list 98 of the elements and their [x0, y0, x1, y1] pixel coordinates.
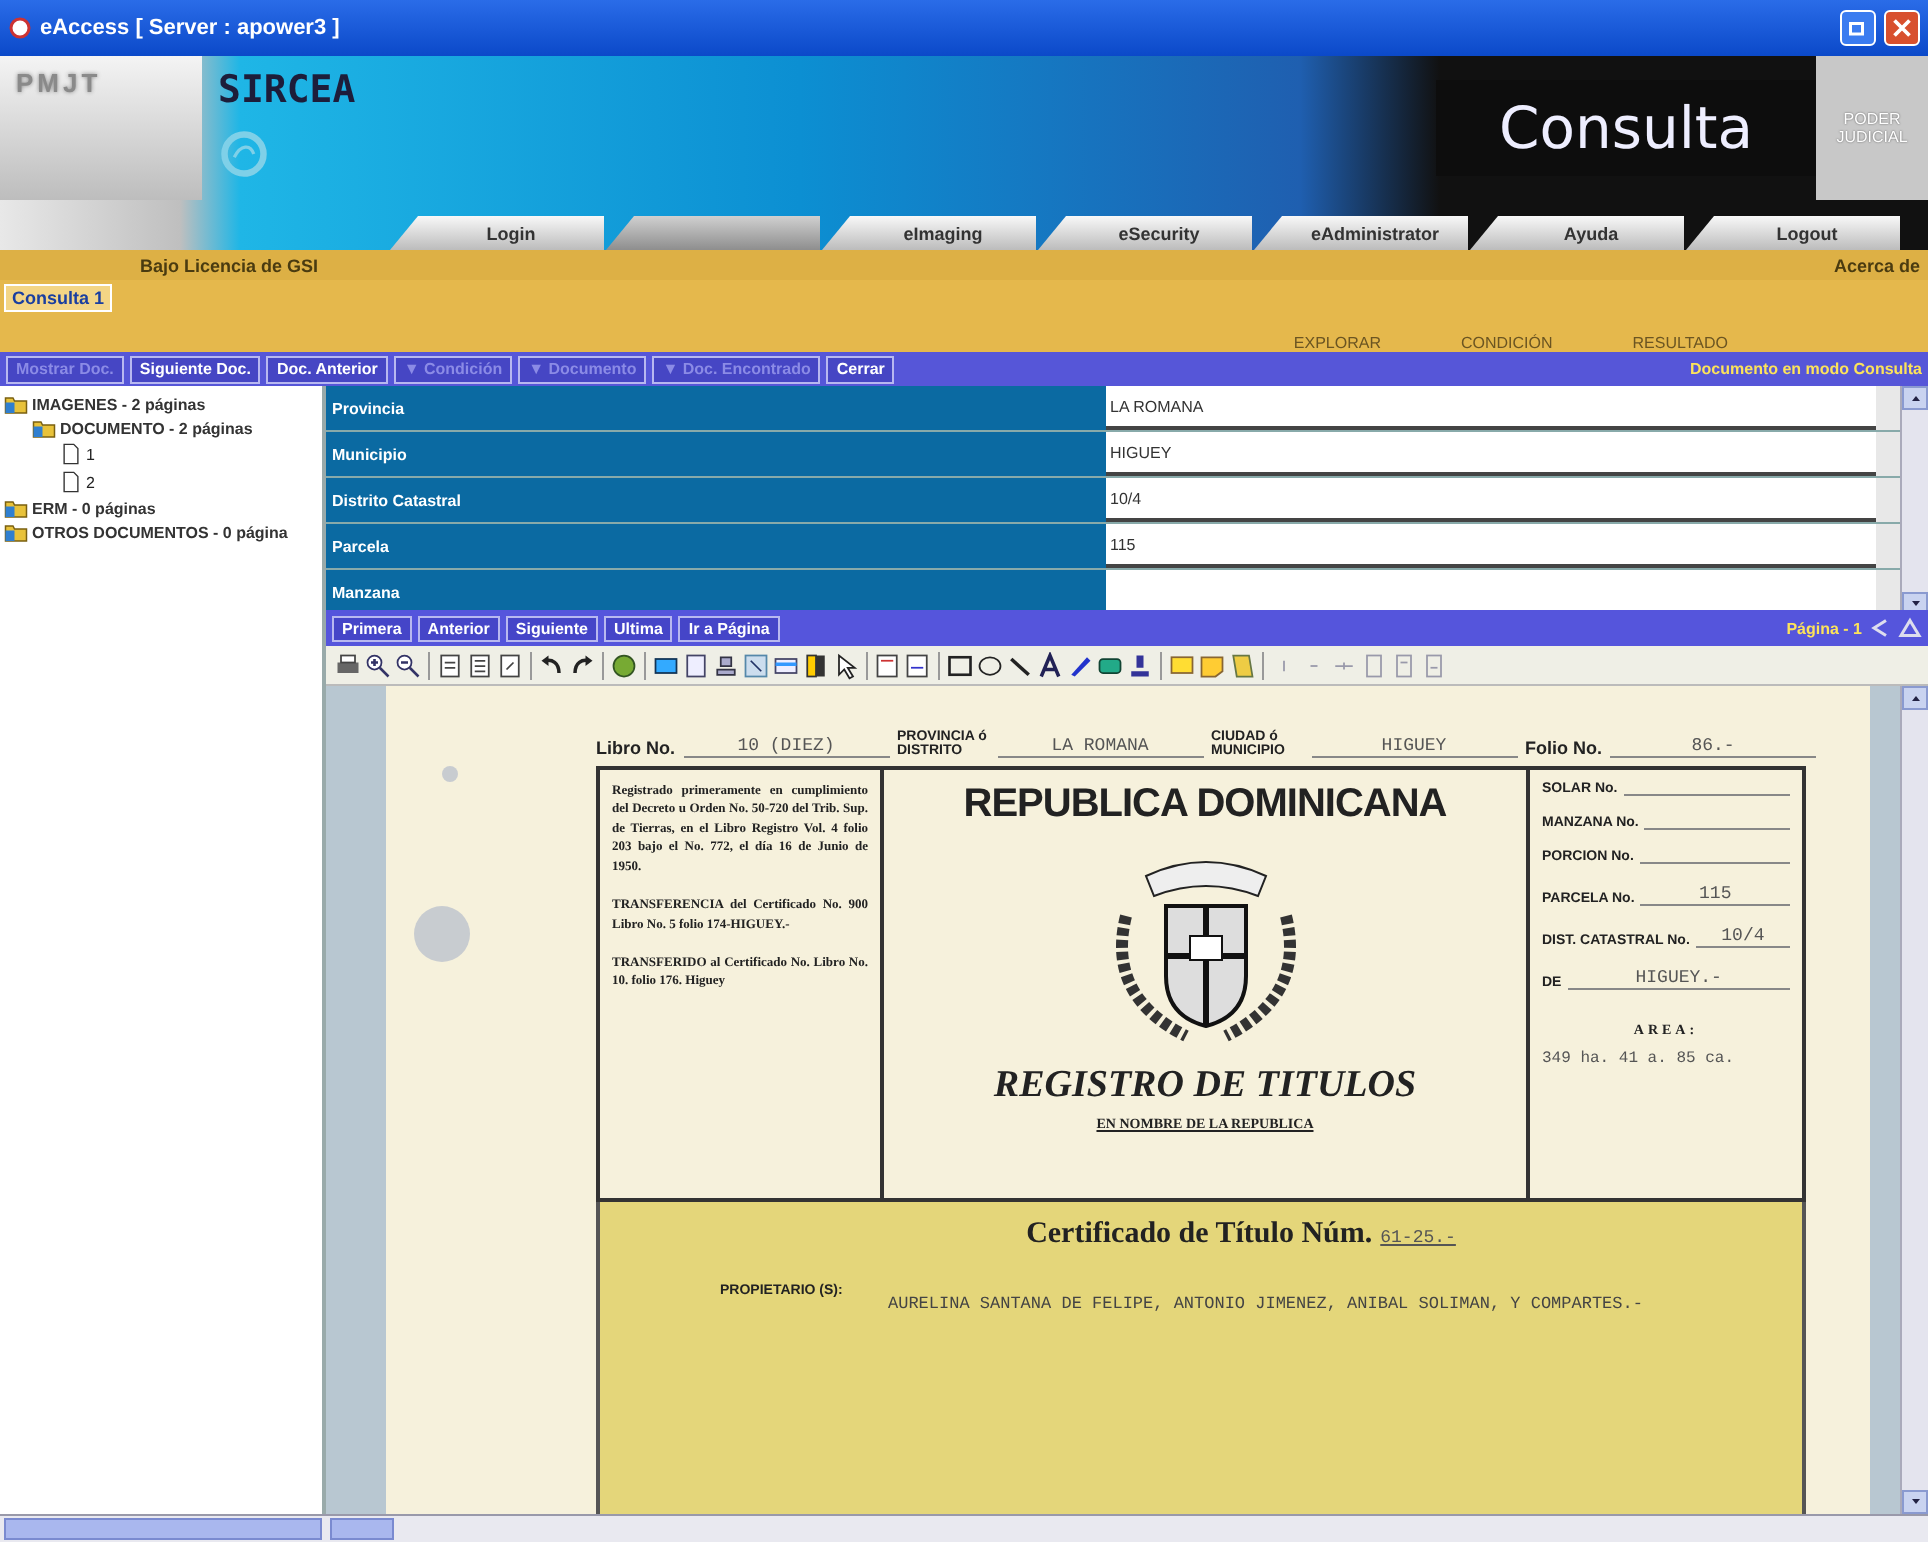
restore-icon: [1846, 16, 1870, 40]
field-value[interactable]: LA ROMANA: [1106, 386, 1876, 430]
action-button[interactable]: Cerrar: [826, 355, 895, 383]
select-icon[interactable]: [742, 651, 770, 679]
tree-item[interactable]: 2: [86, 473, 95, 491]
certificate-number: 61-25.-: [1380, 1228, 1456, 1248]
form-value: 10 (DIEZ): [683, 736, 889, 758]
document-icon: [60, 468, 82, 496]
nav-tab[interactable]: Logout: [1686, 216, 1900, 250]
page-icon[interactable]: [874, 651, 902, 679]
printer-icon[interactable]: [334, 651, 362, 679]
folder-icon: [4, 496, 28, 520]
highlight-icon[interactable]: [802, 651, 830, 679]
field-value[interactable]: 115: [1106, 524, 1876, 568]
text-icon[interactable]: [1036, 651, 1064, 679]
folder-icon: [4, 520, 28, 544]
pager-button[interactable]: Ultima: [603, 615, 673, 641]
note-icon[interactable]: [1198, 651, 1226, 679]
tree-item[interactable]: 1: [86, 445, 95, 463]
field-label: Provincia: [326, 386, 1106, 430]
pointer-icon[interactable]: [832, 651, 860, 679]
field-label: Manzana: [326, 570, 1106, 614]
brand-name: SIRCEA: [218, 68, 356, 112]
form-value: 86.-: [1610, 736, 1816, 758]
scrollbar[interactable]: [0, 1516, 326, 1542]
pager-button[interactable]: Siguiente: [505, 615, 598, 641]
form-value: 10/4: [1695, 926, 1790, 948]
action-button[interactable]: Doc. Anterior: [266, 355, 388, 383]
hole-mark: [414, 906, 470, 962]
step-label: EXPLORAR: [1293, 334, 1381, 352]
license-text: Bajo Licencia de GSI: [140, 255, 319, 275]
form-label: Libro No.: [596, 740, 675, 758]
tree-item[interactable]: OTROS DOCUMENTOS - 0 página: [32, 523, 288, 541]
restore-button[interactable]: [1840, 10, 1876, 46]
mode-status: Documento en modo Consulta: [1690, 360, 1922, 378]
circle-icon[interactable]: [610, 651, 638, 679]
nav-tab[interactable]: Login: [390, 216, 604, 250]
field-label: Municipio: [326, 432, 1106, 476]
close-icon: [1890, 16, 1914, 40]
tree-item[interactable]: ERM - 0 páginas: [32, 499, 156, 517]
note-icon[interactable]: [1168, 651, 1196, 679]
zoom-in-icon[interactable]: [364, 651, 392, 679]
form-value: 115: [1640, 884, 1790, 906]
note-icon[interactable]: [1228, 651, 1256, 679]
form-value: HIGUEY: [1311, 736, 1517, 758]
window-title: eAccess [ Server : apower3 ]: [40, 16, 342, 40]
nav-tab[interactable]: eImaging: [822, 216, 1036, 250]
scrollbar[interactable]: [1900, 386, 1928, 616]
form-value: LA ROMANA: [997, 736, 1203, 758]
scrollbar[interactable]: [1900, 686, 1928, 1514]
rotate-left-icon[interactable]: [538, 651, 566, 679]
logo-text: PMJT: [0, 56, 202, 200]
pager-button[interactable]: Anterior: [417, 615, 500, 641]
page-icon[interactable]: [904, 651, 932, 679]
page-icon[interactable]: [496, 651, 524, 679]
nav-tab[interactable]: eSecurity: [1038, 216, 1252, 250]
page-indicator: Página - 1: [1786, 619, 1862, 637]
form-value: HIGUEY.-: [1567, 968, 1790, 990]
ellipse-icon[interactable]: [976, 651, 1004, 679]
pager-button[interactable]: Ir a Página: [678, 615, 780, 641]
module-title: Consulta: [1436, 80, 1816, 176]
field-label: Distrito Catastral: [326, 478, 1106, 522]
folder-icon: [4, 392, 28, 416]
stamp-icon[interactable]: [712, 651, 740, 679]
form-label: Folio No.: [1525, 740, 1602, 758]
rotate-right-icon[interactable]: [568, 651, 596, 679]
form-value: 349 ha. 41 a. 85 ca.: [1542, 1050, 1737, 1068]
up-triangle-icon: [1898, 616, 1922, 640]
field-value[interactable]: HIGUEY: [1106, 432, 1876, 476]
pager-button[interactable]: Primera: [332, 615, 412, 641]
query-tab[interactable]: Consulta 1: [4, 284, 113, 312]
folder-icon: [32, 416, 56, 440]
document-heading: REPUBLICA DOMINICANA: [963, 782, 1447, 828]
emblem-icon: [218, 128, 270, 180]
document-icon: [60, 440, 82, 468]
tree-item[interactable]: IMAGENES - 2 páginas: [32, 395, 206, 413]
about-link[interactable]: Acerca de: [1833, 255, 1920, 275]
page-icon[interactable]: [466, 651, 494, 679]
page-icon[interactable]: [682, 651, 710, 679]
step-label: CONDICIÓN: [1461, 334, 1553, 352]
registry-heading: REGISTRO DE TITULOS: [993, 1064, 1417, 1108]
nav-tab[interactable]: Ayuda: [1470, 216, 1684, 250]
tree-item[interactable]: DOCUMENTO - 2 páginas: [60, 419, 253, 437]
field-label: Parcela: [326, 524, 1106, 568]
rectangle-icon[interactable]: [946, 651, 974, 679]
zoom-out-icon[interactable]: [394, 651, 422, 679]
certificate-title: Certificado de Título Núm.: [1026, 1218, 1373, 1252]
page-icon[interactable]: [436, 651, 464, 679]
stamp-icon[interactable]: [1126, 651, 1154, 679]
step-label: RESULTADO: [1632, 334, 1728, 352]
field-value[interactable]: 10/4: [1106, 478, 1876, 522]
action-button[interactable]: Siguiente Doc.: [129, 355, 261, 383]
close-button[interactable]: [1884, 10, 1920, 46]
hole-mark: [442, 766, 458, 782]
field-value[interactable]: [1106, 570, 1876, 614]
owner-names: AURELINA SANTANA DE FELIPE, ANTONIO JIMENEZ, ANIBAL SOLIMAN, Y COMPARTES.-: [888, 1292, 1645, 1318]
app-icon: [8, 16, 32, 40]
nav-tab[interactable]: eAdministrator: [1254, 216, 1468, 250]
